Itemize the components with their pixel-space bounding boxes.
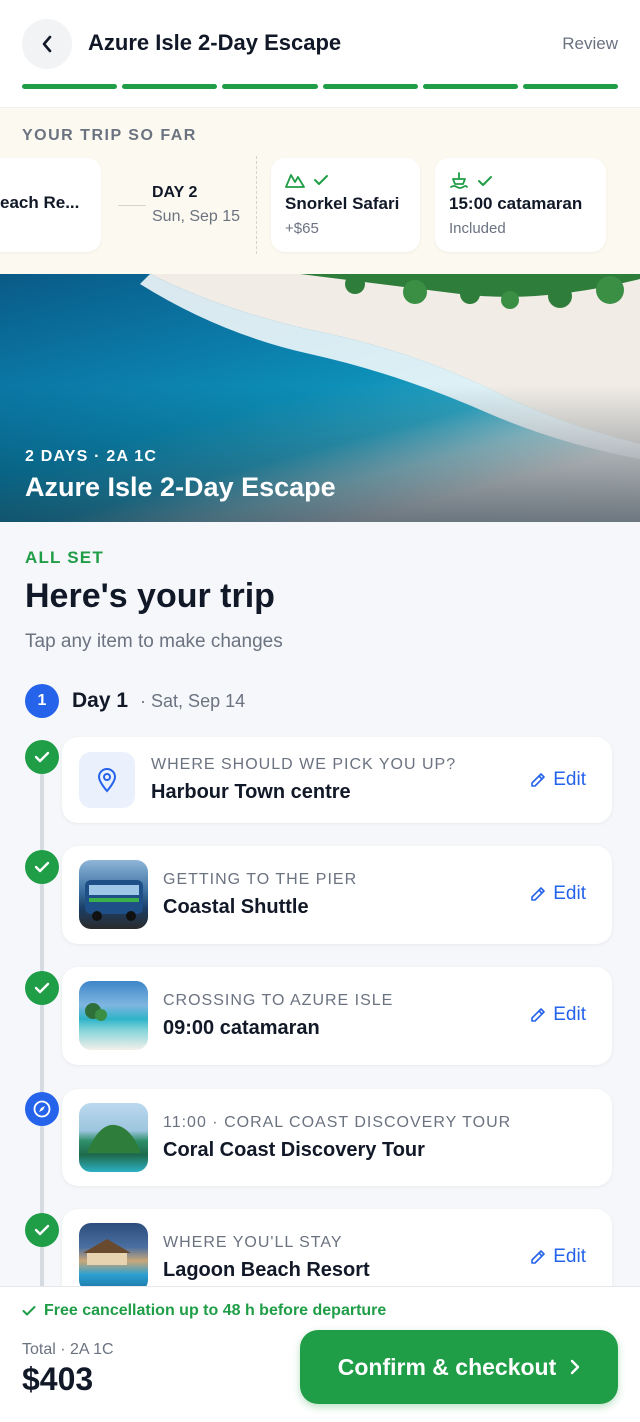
confirm-checkout-button[interactable]: Confirm & checkout [300,1330,618,1404]
pencil-icon [531,887,546,901]
day-date: · Sat, Sep 14 [140,690,246,711]
itinerary-card-pickup[interactable]: WHERE SHOULD WE PICK YOU UP? Harbour Tow… [62,737,612,823]
hero-title: Azure Isle 2-Day Escape [25,472,336,502]
trip-chip-snorkel[interactable]: Snorkel Safari +$65 [271,158,420,252]
edit-button[interactable]: Edit [529,769,586,791]
edit-label: Edit [553,769,586,790]
chevron-right-icon [571,1359,580,1375]
day-number-badge: 1 [25,684,59,718]
card-kicker: WHERE SHOULD WE PICK YOU UP? [151,756,457,773]
section-subtitle: Tap any item to make changes [25,631,283,652]
cancellation-text: Free cancellation up to 48 h before depa… [44,1302,387,1319]
progress-step [422,84,518,89]
card-value: Lagoon Beach Resort [163,1259,370,1281]
edit-button[interactable]: Edit [529,1246,586,1268]
trip-so-far-section: YOUR TRIP SO FAR each Re... DAY 2 Sun, S… [0,108,640,274]
resort-image [79,1223,148,1292]
divider [118,205,146,206]
trip-chip-hotel[interactable]: each Re... [0,158,101,252]
top-bar: Azure Isle 2-Day Escape Review [0,0,640,108]
shuttle-bus-image [79,860,148,929]
check-icon [25,850,59,884]
edit-button[interactable]: Edit [529,883,586,905]
chevron-left-icon [42,35,52,53]
cancellation-note: Free cancellation up to 48 h before depa… [22,1302,386,1320]
pencil-icon [531,773,546,787]
itinerary-card-shuttle[interactable]: GETTING TO THE PIER Coastal Shuttle Edit [62,846,612,944]
progress-step [322,84,418,89]
mountain-icon [285,174,305,188]
day-marker: DAY 2 Sun, Sep 15 [118,158,256,252]
card-kicker: CROSSING TO AZURE ISLE [163,992,394,1009]
section-heading: Here's your trip [25,577,275,615]
review-link[interactable]: Review [562,34,618,54]
section-title: YOUR TRIP SO FAR [22,127,197,144]
chip-name: Snorkel Safari [285,194,400,213]
total-price: $403 [22,1361,94,1397]
ferry-icon [450,172,468,189]
card-kicker: GETTING TO THE PIER [163,871,358,888]
pencil-icon [531,1250,546,1264]
card-value: Coastal Shuttle [163,896,309,918]
edit-label: Edit [553,883,586,904]
itinerary-card-tour[interactable]: 11:00 · CORAL COAST DISCOVERY TOUR Coral… [62,1089,612,1186]
status-label: ALL SET [25,548,104,567]
back-button[interactable] [22,19,72,69]
hero-image: 2 DAYS · 2A 1C Azure Isle 2-Day Escape [0,274,640,522]
card-kicker: 11:00 · CORAL COAST DISCOVERY TOUR [163,1114,512,1131]
timeline-line [40,758,44,1288]
confirm-label: Confirm & checkout [337,1353,557,1380]
card-kicker: WHERE YOU'LL STAY [163,1234,343,1251]
hero-subtitle: 2 DAYS · 2A 1C [25,448,158,465]
edit-label: Edit [553,1246,586,1267]
edit-label: Edit [553,1004,586,1025]
day-header: 1 Day 1 · Sat, Sep 14 [25,684,245,718]
chip-name: 15:00 catamaran [449,194,583,213]
card-value: Coral Coast Discovery Tour [163,1139,425,1161]
progress-step [122,84,218,89]
day-label: DAY 2 [152,184,198,201]
check-icon [314,175,328,185]
page-title: Azure Isle 2-Day Escape [88,30,342,55]
chip-status: Included [449,220,506,237]
check-icon [478,176,492,186]
pencil-icon [531,1008,546,1022]
progress-step [222,84,318,89]
total-label: Total · 2A 1C [22,1341,114,1358]
island-image [79,1103,148,1172]
edit-button[interactable]: Edit [529,1004,586,1026]
check-icon [25,740,59,774]
progress-bar [22,84,619,89]
itinerary-card-crossing[interactable]: CROSSING TO AZURE ISLE 09:00 catamaran E… [62,967,612,1065]
chip-price: +$65 [285,220,319,237]
check-icon [25,1213,59,1247]
day-date: Sun, Sep 15 [152,208,241,225]
check-icon [22,1306,36,1316]
location-pin-icon [79,752,135,808]
trip-chip-catamaran[interactable]: 15:00 catamaran Included [435,158,606,252]
checkout-footer: Free cancellation up to 48 h before depa… [0,1286,640,1422]
progress-step [522,84,619,89]
card-value: Harbour Town centre [151,781,351,803]
chip-label: each Re... [0,193,80,212]
compass-icon [25,1092,59,1126]
beach-image [79,981,148,1050]
card-value: 09:00 catamaran [163,1017,320,1039]
day-label: Day 1 [72,689,129,712]
divider [256,156,257,254]
progress-step [22,84,118,89]
check-icon [25,971,59,1005]
